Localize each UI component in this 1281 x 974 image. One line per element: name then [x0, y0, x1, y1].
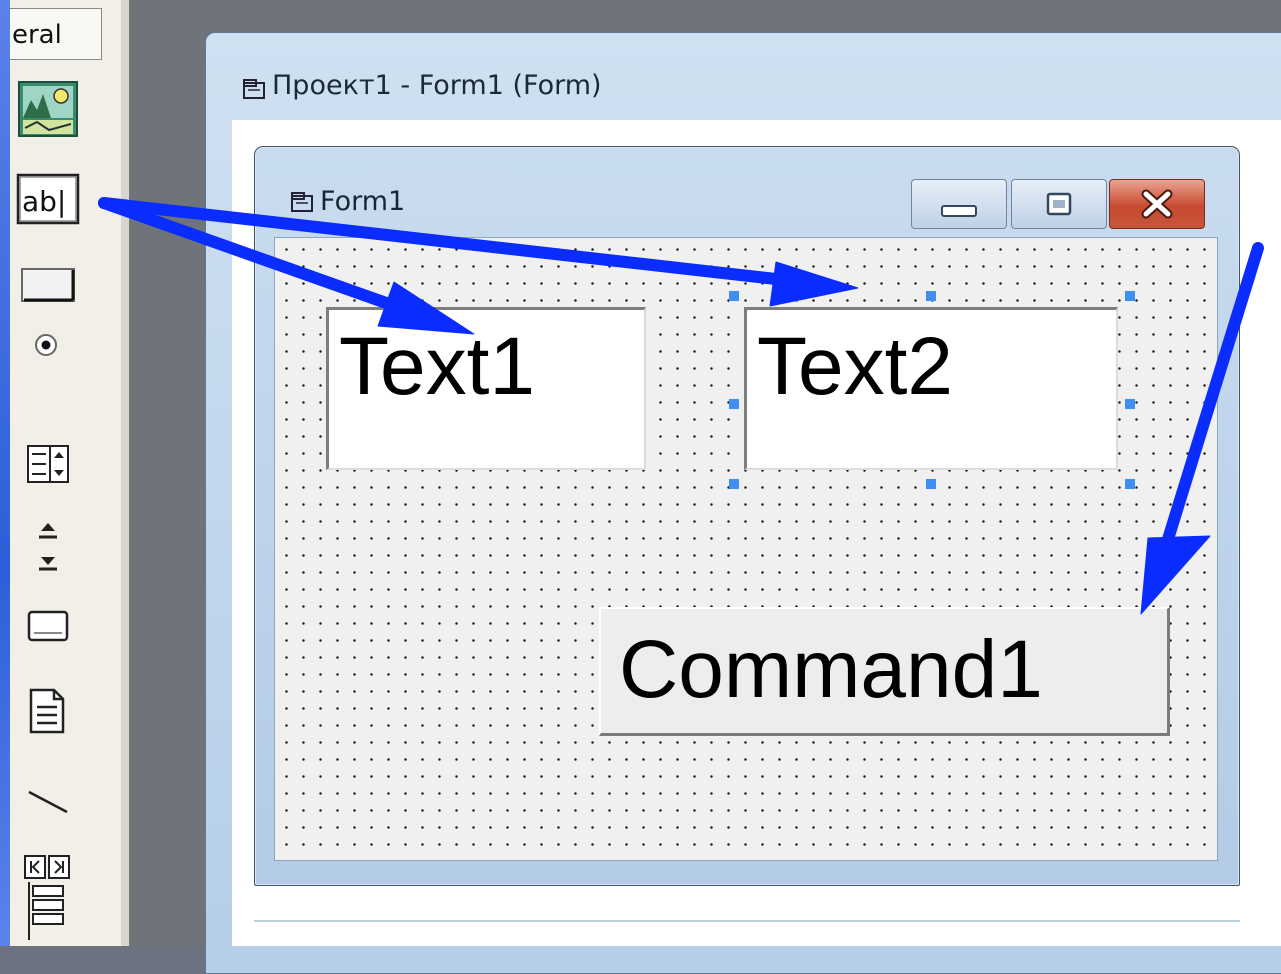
arrowhead-text2 — [769, 261, 859, 307]
arrowhead-command1 — [1140, 535, 1211, 615]
annotation-arrows — [98, 197, 1264, 615]
arrowhead-text1 — [377, 281, 475, 335]
arrow-to-command1 — [1150, 242, 1264, 584]
